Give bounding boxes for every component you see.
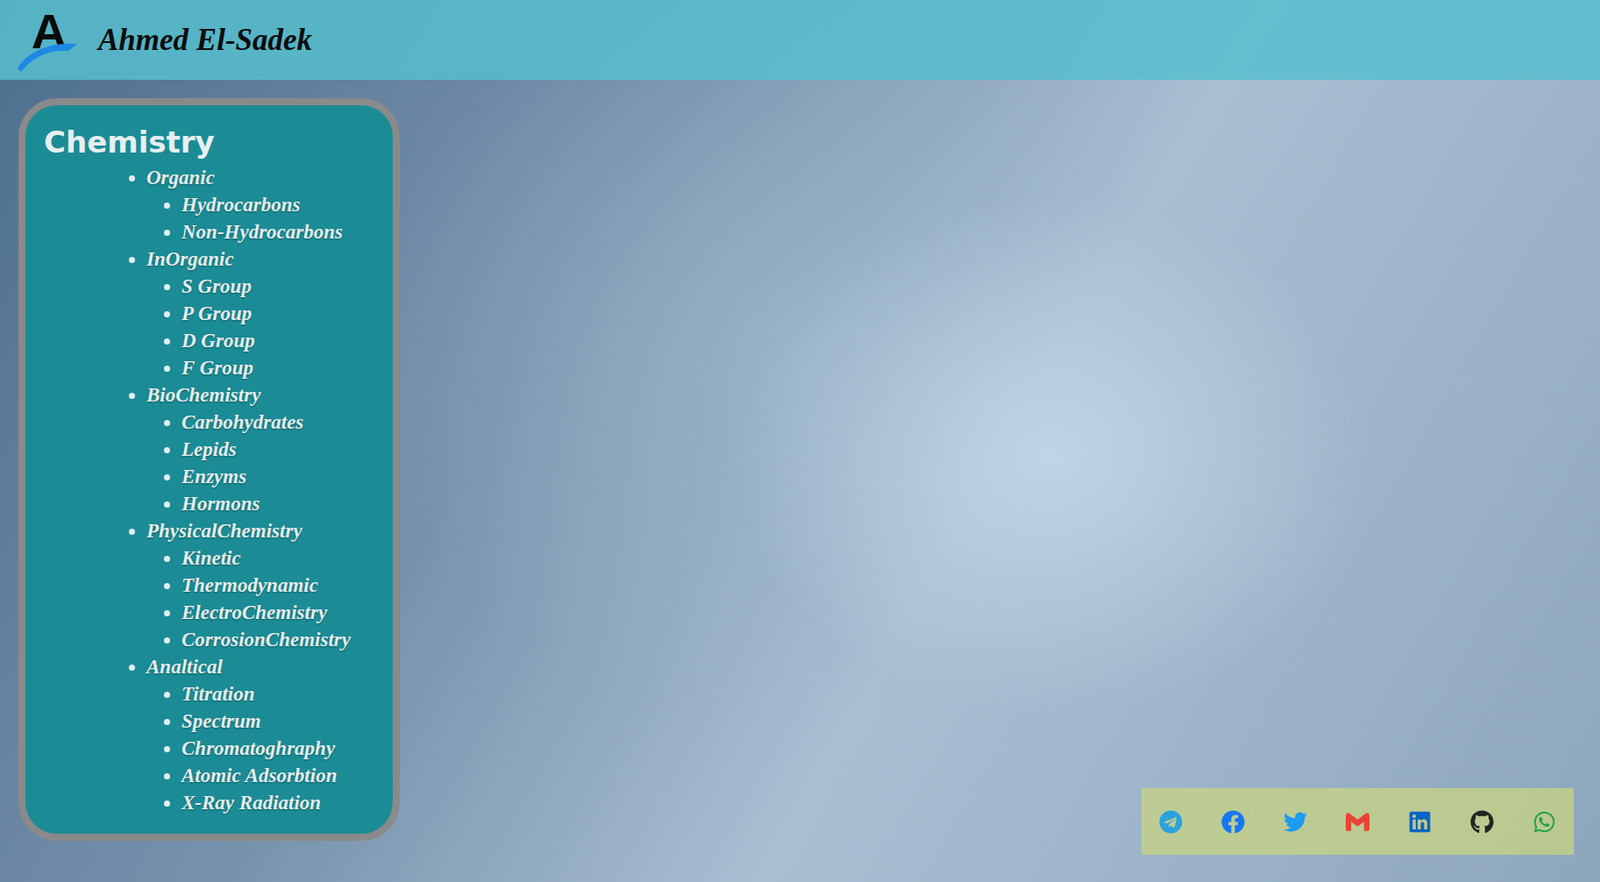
topic-item[interactable]: Chromatoghraphy (181, 734, 377, 762)
topic-item[interactable]: F Group (181, 354, 377, 382)
topic-list: CarbohydratesLepidsEnzymsHormons (146, 408, 377, 518)
whatsapp-icon[interactable] (1531, 808, 1558, 835)
header: A Ahmed El-Sadek (0, 0, 1600, 80)
gmail-icon (1345, 810, 1370, 834)
section-item[interactable]: BioChemistryCarbohydratesLepidsEnzymsHor… (146, 381, 377, 518)
github-icon (1470, 810, 1494, 834)
linkedin-icon[interactable] (1407, 808, 1434, 835)
topic-item[interactable]: Titration (181, 680, 377, 708)
topic-item[interactable]: Atomic Adsorbtion (181, 761, 377, 790)
topic-item[interactable]: S Group (181, 272, 377, 300)
gmail-icon[interactable] (1344, 808, 1371, 835)
sidebar-title: Chemistry (43, 124, 377, 161)
linkedin-icon (1408, 810, 1432, 834)
topic-item[interactable]: D Group (181, 327, 377, 355)
site-title: Ahmed El-Sadek (98, 22, 313, 58)
logo[interactable]: A (15, 7, 83, 74)
social-bar (1141, 788, 1574, 855)
whatsapp-icon (1532, 810, 1557, 834)
section-item[interactable]: OrganicHydrocarbonsNon-Hydrocarbons (146, 163, 377, 246)
topic-list: KineticThermodynamicElectroChemistryCorr… (146, 544, 377, 654)
telegram-icon[interactable] (1157, 808, 1184, 835)
section-item[interactable]: AnalticalTitrationSpectrumChromatoghraph… (146, 653, 377, 817)
topic-item[interactable]: P Group (181, 299, 377, 328)
section-item[interactable]: PhysicalChemistryKineticThermodynamicEle… (146, 517, 377, 654)
topic-item[interactable]: Non-Hydrocarbons (181, 218, 377, 246)
topic-item[interactable]: X-Ray Radiation (181, 789, 377, 817)
telegram-icon (1159, 810, 1183, 834)
section-list: OrganicHydrocarbonsNon-HydrocarbonsInOrg… (43, 163, 377, 817)
topic-list: S GroupP GroupD GroupF Group (146, 272, 377, 382)
topic-item[interactable]: Thermodynamic (181, 571, 377, 599)
topic-list: TitrationSpectrumChromatoghraphyAtomic A… (146, 680, 377, 817)
topic-item[interactable]: Hormons (181, 490, 377, 518)
twitter-icon[interactable] (1281, 808, 1309, 835)
facebook-icon (1221, 810, 1245, 834)
twitter-icon (1283, 810, 1308, 834)
topic-item[interactable]: ElectroChemistry (181, 598, 377, 626)
section-item[interactable]: InOrganicS GroupP GroupD GroupF Group (146, 245, 377, 382)
swoosh-icon (15, 33, 83, 74)
topic-item[interactable]: Hydrocarbons (181, 191, 377, 219)
page: A Ahmed El-Sadek ChemistryOrganicHydrocarb… (0, 0, 1600, 882)
topic-list: HydrocarbonsNon-Hydrocarbons (146, 191, 377, 246)
topic-item[interactable]: Lepids (181, 435, 377, 463)
topic-item[interactable]: Enzyms (181, 462, 377, 491)
github-icon[interactable] (1469, 808, 1496, 835)
topic-item[interactable]: Spectrum (181, 707, 377, 735)
topic-item[interactable]: Kinetic (181, 544, 377, 572)
facebook-icon[interactable] (1219, 808, 1246, 835)
topic-item[interactable]: CorrosionChemistry (181, 625, 377, 654)
topic-item[interactable]: Carbohydrates (181, 408, 377, 436)
main: ChemistryOrganicHydrocarbonsNon-Hydrocar… (0, 79, 1600, 882)
sidebar: ChemistryOrganicHydrocarbonsNon-Hydrocar… (18, 98, 400, 841)
